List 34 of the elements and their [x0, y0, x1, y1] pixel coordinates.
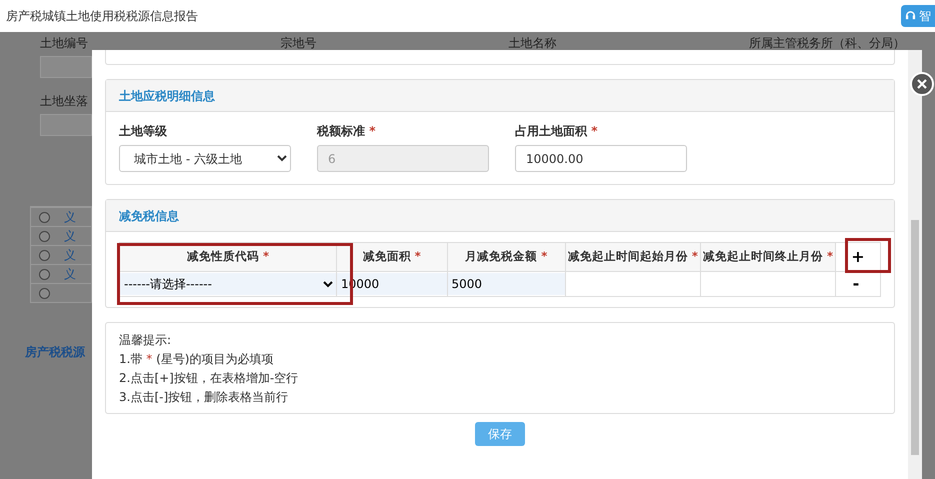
radio-button[interactable] [39, 212, 50, 222]
scrollbar[interactable] [908, 50, 922, 479]
background-column-label: 土地名称 [508, 35, 557, 52]
tips-title: 温馨提示: [119, 332, 172, 349]
radio-button[interactable] [39, 288, 50, 298]
tip-text: 1.带 * (星号)的项目为必填项 [119, 351, 274, 368]
tip-text: 3.点击[-]按钮，删除表格当前行 [119, 389, 290, 406]
background-field [40, 114, 92, 136]
background-column-label: 土地编号 [40, 35, 88, 52]
radio-button[interactable] [39, 268, 50, 280]
field-label: 税额标准 * [317, 123, 376, 140]
background-field [40, 56, 92, 78]
close-icon[interactable] [910, 72, 934, 96]
background-label: 土地坐落 [40, 93, 88, 110]
column-header: 减免起止时间终止月份 * [700, 242, 836, 272]
field-label: 占用土地面积 * [515, 123, 598, 140]
input-field[interactable]: 10000.00 [515, 145, 687, 172]
radio-button[interactable] [39, 250, 50, 260]
field-label: 土地等级 [119, 123, 168, 140]
column-header: 月减免税金额 * [447, 242, 566, 272]
panel-title: 土地应税明细信息 [119, 88, 215, 104]
headset-icon [905, 10, 916, 21]
background-column-label: 所属主管税务所（科、分局） [748, 35, 905, 52]
select-field[interactable]: 城市土地 - 六级土地 [119, 145, 291, 172]
column-header: 减免面积 * [336, 242, 448, 272]
column-header: 减免起止时间起始月份 * [565, 242, 700, 272]
input-field[interactable]: 5000 [448, 273, 565, 295]
background-section-title: 房产税税源 [25, 344, 85, 361]
radio-button[interactable] [39, 230, 50, 242]
window-title: 房产税城镇土地使用税税源信息报告 [6, 8, 198, 25]
panel-title: 减免税信息 [119, 208, 179, 224]
select-field[interactable]: ------请选择------ [120, 273, 336, 295]
background-column-label: 宗地号 [280, 35, 316, 52]
tip-text: 2.点击[+]按钮，在表格增加-空行 [119, 370, 300, 387]
